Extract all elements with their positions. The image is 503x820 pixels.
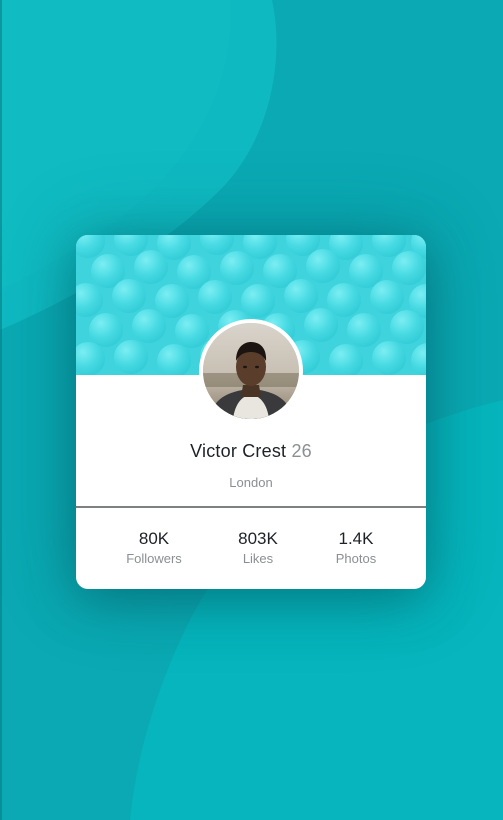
stat-followers[interactable]: 80K Followers <box>104 529 204 567</box>
avatar-ring <box>199 319 303 423</box>
stat-value: 80K <box>138 529 170 548</box>
stat-label: Photos <box>335 551 377 566</box>
stat-value: 803K <box>238 529 278 548</box>
profile-name-row: Victor Crest 26 <box>76 441 426 462</box>
stat-value: 1.4K <box>338 529 374 548</box>
profile-age: 26 <box>291 441 312 461</box>
profile-card: Victor Crest 26 London 80K Followers 803… <box>76 235 426 589</box>
stat-photos[interactable]: 1.4K Photos <box>306 529 406 567</box>
stat-label: Followers <box>126 551 182 566</box>
profile-city: London <box>229 475 273 490</box>
stat-label: Likes <box>242 551 274 566</box>
window-edge <box>0 0 2 820</box>
avatar[interactable] <box>203 323 299 419</box>
stats-row: 80K Followers 803K Likes 1.4K Photos <box>76 529 426 569</box>
divider <box>76 506 426 508</box>
avatar-photo <box>203 323 299 419</box>
stat-likes[interactable]: 803K Likes <box>208 529 308 567</box>
profile-name: Victor Crest <box>190 441 287 461</box>
